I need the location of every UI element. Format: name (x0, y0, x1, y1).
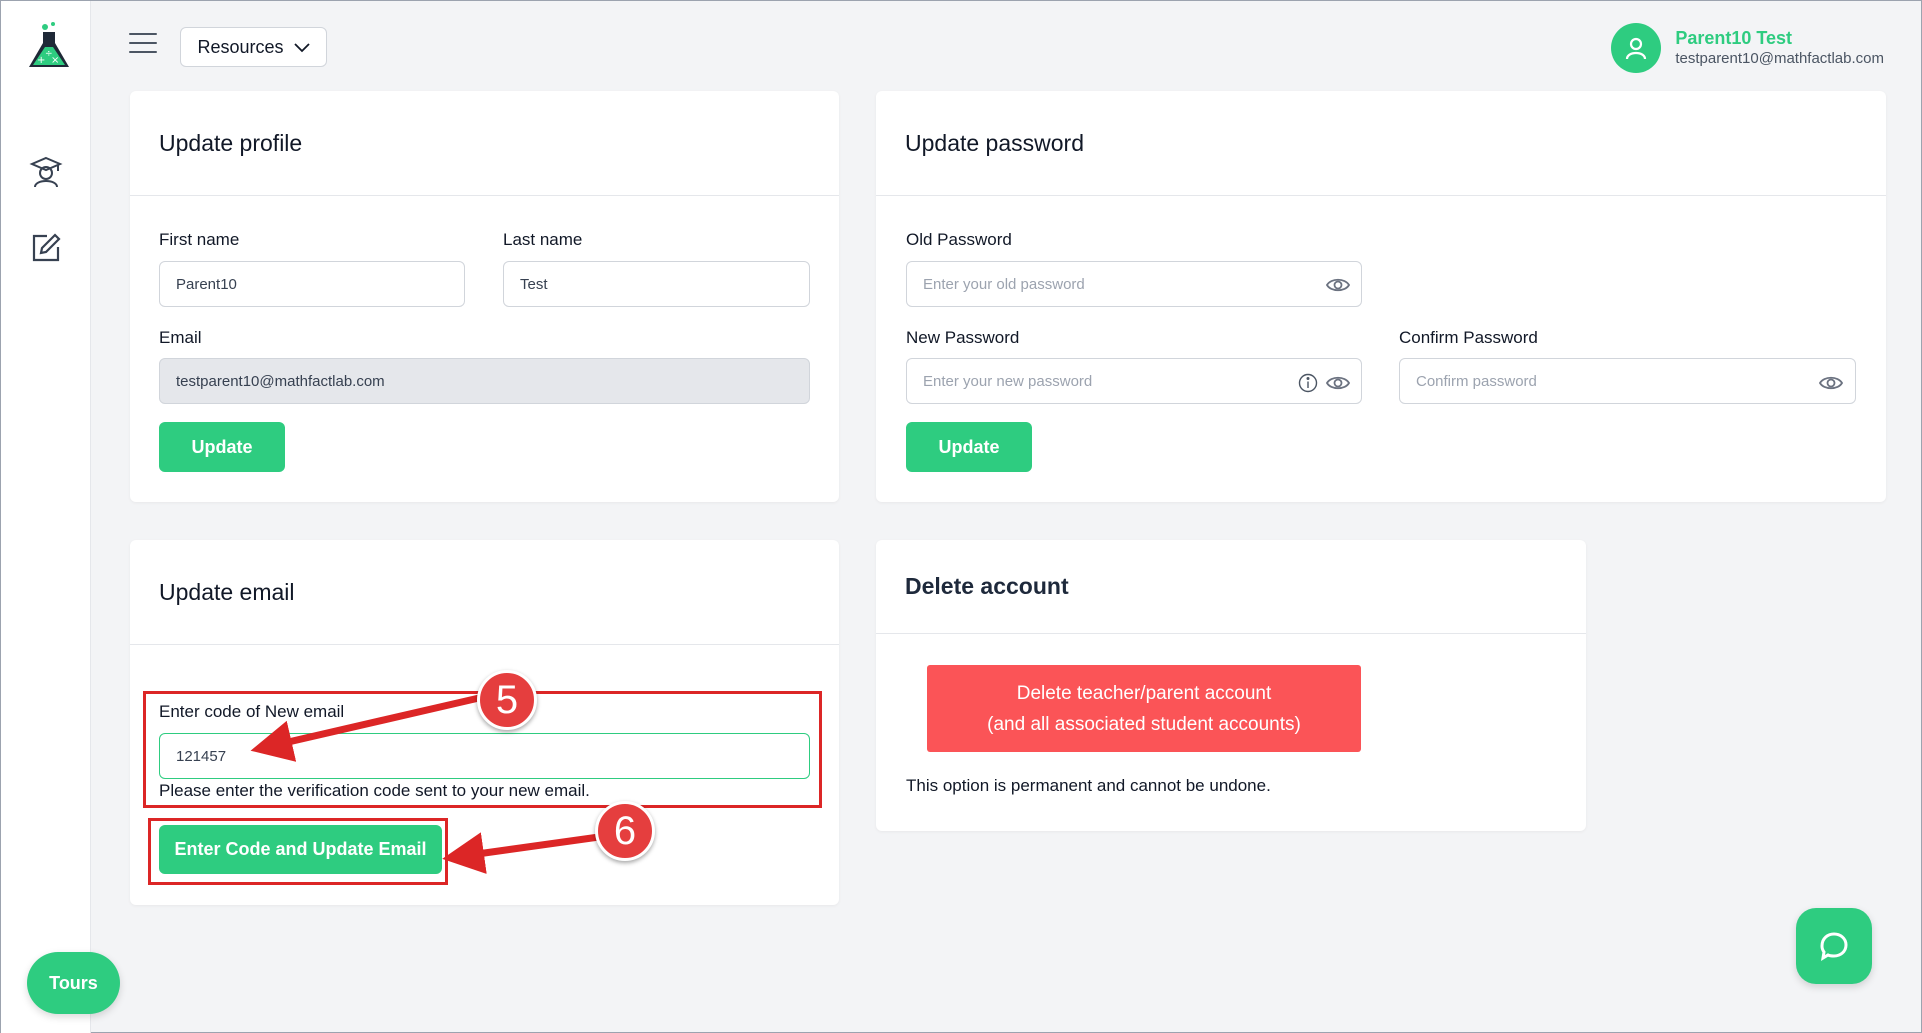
step-badge-6: 6 (595, 801, 655, 861)
arrow-to-update-button (442, 832, 600, 874)
chat-icon[interactable] (1796, 908, 1872, 984)
annotation-arrows (250, 694, 600, 874)
step-badge-5: 5 (477, 670, 537, 730)
arrow-to-code-field (250, 694, 480, 762)
tours-button[interactable]: Tours (27, 952, 120, 1014)
